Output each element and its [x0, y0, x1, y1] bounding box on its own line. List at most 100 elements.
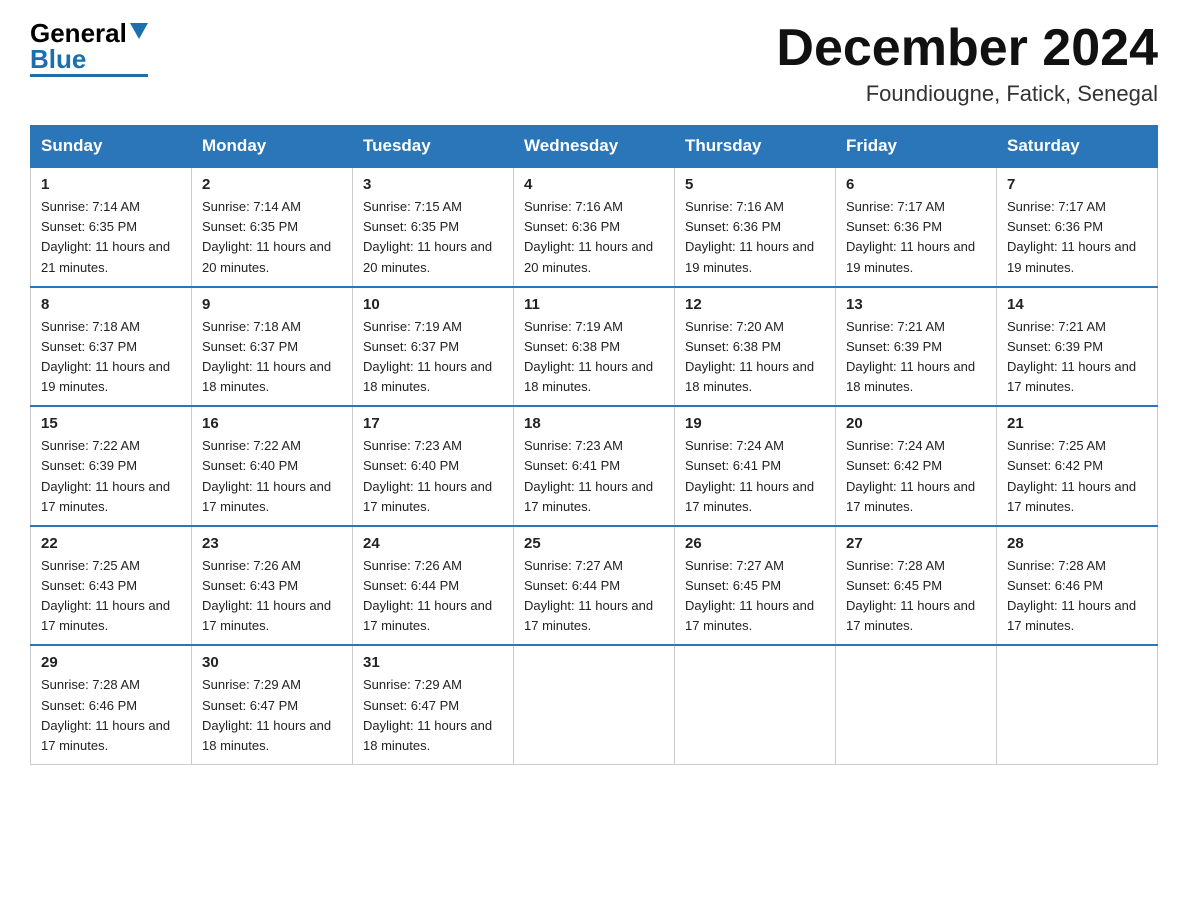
header-tuesday: Tuesday: [353, 126, 514, 168]
day-info: Sunrise: 7:18 AMSunset: 6:37 PMDaylight:…: [202, 319, 331, 394]
logo-general-text: General: [30, 20, 127, 46]
calendar-cell: 18 Sunrise: 7:23 AMSunset: 6:41 PMDaylig…: [514, 406, 675, 526]
calendar-cell: 6 Sunrise: 7:17 AMSunset: 6:36 PMDayligh…: [836, 167, 997, 287]
calendar-cell: 9 Sunrise: 7:18 AMSunset: 6:37 PMDayligh…: [192, 287, 353, 407]
day-info: Sunrise: 7:14 AMSunset: 6:35 PMDaylight:…: [202, 199, 331, 274]
logo-triangle-icon: [130, 23, 148, 39]
day-info: Sunrise: 7:19 AMSunset: 6:37 PMDaylight:…: [363, 319, 492, 394]
calendar-cell: 17 Sunrise: 7:23 AMSunset: 6:40 PMDaylig…: [353, 406, 514, 526]
calendar-cell: 4 Sunrise: 7:16 AMSunset: 6:36 PMDayligh…: [514, 167, 675, 287]
day-number: 11: [524, 296, 664, 313]
day-info: Sunrise: 7:16 AMSunset: 6:36 PMDaylight:…: [524, 199, 653, 274]
day-number: 3: [363, 176, 503, 193]
day-info: Sunrise: 7:28 AMSunset: 6:46 PMDaylight:…: [1007, 558, 1136, 633]
day-info: Sunrise: 7:24 AMSunset: 6:41 PMDaylight:…: [685, 438, 814, 513]
day-info: Sunrise: 7:25 AMSunset: 6:42 PMDaylight:…: [1007, 438, 1136, 513]
month-title: December 2024: [776, 20, 1158, 77]
day-number: 8: [41, 296, 181, 313]
day-number: 10: [363, 296, 503, 313]
day-number: 30: [202, 654, 342, 671]
day-number: 13: [846, 296, 986, 313]
day-info: Sunrise: 7:29 AMSunset: 6:47 PMDaylight:…: [202, 677, 331, 752]
day-info: Sunrise: 7:18 AMSunset: 6:37 PMDaylight:…: [41, 319, 170, 394]
logo-blue-text: Blue: [30, 46, 86, 72]
day-number: 27: [846, 535, 986, 552]
calendar-cell: 3 Sunrise: 7:15 AMSunset: 6:35 PMDayligh…: [353, 167, 514, 287]
logo: General Blue: [30, 20, 148, 77]
calendar-cell: [997, 645, 1158, 764]
calendar-cell: 21 Sunrise: 7:25 AMSunset: 6:42 PMDaylig…: [997, 406, 1158, 526]
day-number: 29: [41, 654, 181, 671]
day-info: Sunrise: 7:27 AMSunset: 6:44 PMDaylight:…: [524, 558, 653, 633]
day-number: 23: [202, 535, 342, 552]
calendar-cell: [836, 645, 997, 764]
day-info: Sunrise: 7:17 AMSunset: 6:36 PMDaylight:…: [1007, 199, 1136, 274]
day-info: Sunrise: 7:23 AMSunset: 6:40 PMDaylight:…: [363, 438, 492, 513]
day-info: Sunrise: 7:23 AMSunset: 6:41 PMDaylight:…: [524, 438, 653, 513]
calendar-cell: 22 Sunrise: 7:25 AMSunset: 6:43 PMDaylig…: [31, 526, 192, 646]
calendar-cell: 10 Sunrise: 7:19 AMSunset: 6:37 PMDaylig…: [353, 287, 514, 407]
calendar-cell: 26 Sunrise: 7:27 AMSunset: 6:45 PMDaylig…: [675, 526, 836, 646]
week-row-2: 8 Sunrise: 7:18 AMSunset: 6:37 PMDayligh…: [31, 287, 1158, 407]
day-info: Sunrise: 7:15 AMSunset: 6:35 PMDaylight:…: [363, 199, 492, 274]
day-info: Sunrise: 7:17 AMSunset: 6:36 PMDaylight:…: [846, 199, 975, 274]
calendar-cell: 8 Sunrise: 7:18 AMSunset: 6:37 PMDayligh…: [31, 287, 192, 407]
calendar-cell: [675, 645, 836, 764]
calendar-cell: 19 Sunrise: 7:24 AMSunset: 6:41 PMDaylig…: [675, 406, 836, 526]
day-number: 19: [685, 415, 825, 432]
day-info: Sunrise: 7:22 AMSunset: 6:40 PMDaylight:…: [202, 438, 331, 513]
calendar-cell: 7 Sunrise: 7:17 AMSunset: 6:36 PMDayligh…: [997, 167, 1158, 287]
day-number: 7: [1007, 176, 1147, 193]
location-subtitle: Foundiougne, Fatick, Senegal: [776, 81, 1158, 107]
title-section: December 2024 Foundiougne, Fatick, Seneg…: [776, 20, 1158, 107]
day-number: 14: [1007, 296, 1147, 313]
day-info: Sunrise: 7:21 AMSunset: 6:39 PMDaylight:…: [846, 319, 975, 394]
day-number: 31: [363, 654, 503, 671]
day-number: 9: [202, 296, 342, 313]
calendar-cell: 31 Sunrise: 7:29 AMSunset: 6:47 PMDaylig…: [353, 645, 514, 764]
calendar-cell: 2 Sunrise: 7:14 AMSunset: 6:35 PMDayligh…: [192, 167, 353, 287]
day-number: 21: [1007, 415, 1147, 432]
day-info: Sunrise: 7:16 AMSunset: 6:36 PMDaylight:…: [685, 199, 814, 274]
day-number: 25: [524, 535, 664, 552]
day-info: Sunrise: 7:25 AMSunset: 6:43 PMDaylight:…: [41, 558, 170, 633]
header-monday: Monday: [192, 126, 353, 168]
week-row-3: 15 Sunrise: 7:22 AMSunset: 6:39 PMDaylig…: [31, 406, 1158, 526]
page-header: General Blue December 2024 Foundiougne, …: [30, 20, 1158, 107]
header-thursday: Thursday: [675, 126, 836, 168]
day-info: Sunrise: 7:29 AMSunset: 6:47 PMDaylight:…: [363, 677, 492, 752]
logo-underline: [30, 74, 148, 77]
calendar-cell: 1 Sunrise: 7:14 AMSunset: 6:35 PMDayligh…: [31, 167, 192, 287]
calendar-cell: 15 Sunrise: 7:22 AMSunset: 6:39 PMDaylig…: [31, 406, 192, 526]
calendar-table: Sunday Monday Tuesday Wednesday Thursday…: [30, 125, 1158, 765]
week-row-4: 22 Sunrise: 7:25 AMSunset: 6:43 PMDaylig…: [31, 526, 1158, 646]
day-number: 18: [524, 415, 664, 432]
calendar-cell: 20 Sunrise: 7:24 AMSunset: 6:42 PMDaylig…: [836, 406, 997, 526]
day-number: 22: [41, 535, 181, 552]
day-number: 1: [41, 176, 181, 193]
day-number: 28: [1007, 535, 1147, 552]
calendar-cell: 28 Sunrise: 7:28 AMSunset: 6:46 PMDaylig…: [997, 526, 1158, 646]
day-number: 4: [524, 176, 664, 193]
week-row-5: 29 Sunrise: 7:28 AMSunset: 6:46 PMDaylig…: [31, 645, 1158, 764]
header-sunday: Sunday: [31, 126, 192, 168]
calendar-cell: 23 Sunrise: 7:26 AMSunset: 6:43 PMDaylig…: [192, 526, 353, 646]
day-number: 5: [685, 176, 825, 193]
header-friday: Friday: [836, 126, 997, 168]
day-number: 17: [363, 415, 503, 432]
day-number: 15: [41, 415, 181, 432]
calendar-cell: 11 Sunrise: 7:19 AMSunset: 6:38 PMDaylig…: [514, 287, 675, 407]
calendar-cell: 14 Sunrise: 7:21 AMSunset: 6:39 PMDaylig…: [997, 287, 1158, 407]
day-number: 26: [685, 535, 825, 552]
calendar-cell: 27 Sunrise: 7:28 AMSunset: 6:45 PMDaylig…: [836, 526, 997, 646]
day-info: Sunrise: 7:19 AMSunset: 6:38 PMDaylight:…: [524, 319, 653, 394]
day-info: Sunrise: 7:26 AMSunset: 6:44 PMDaylight:…: [363, 558, 492, 633]
header-saturday: Saturday: [997, 126, 1158, 168]
week-row-1: 1 Sunrise: 7:14 AMSunset: 6:35 PMDayligh…: [31, 167, 1158, 287]
calendar-cell: 30 Sunrise: 7:29 AMSunset: 6:47 PMDaylig…: [192, 645, 353, 764]
day-info: Sunrise: 7:20 AMSunset: 6:38 PMDaylight:…: [685, 319, 814, 394]
header-wednesday: Wednesday: [514, 126, 675, 168]
day-info: Sunrise: 7:22 AMSunset: 6:39 PMDaylight:…: [41, 438, 170, 513]
day-info: Sunrise: 7:26 AMSunset: 6:43 PMDaylight:…: [202, 558, 331, 633]
weekday-header-row: Sunday Monday Tuesday Wednesday Thursday…: [31, 126, 1158, 168]
